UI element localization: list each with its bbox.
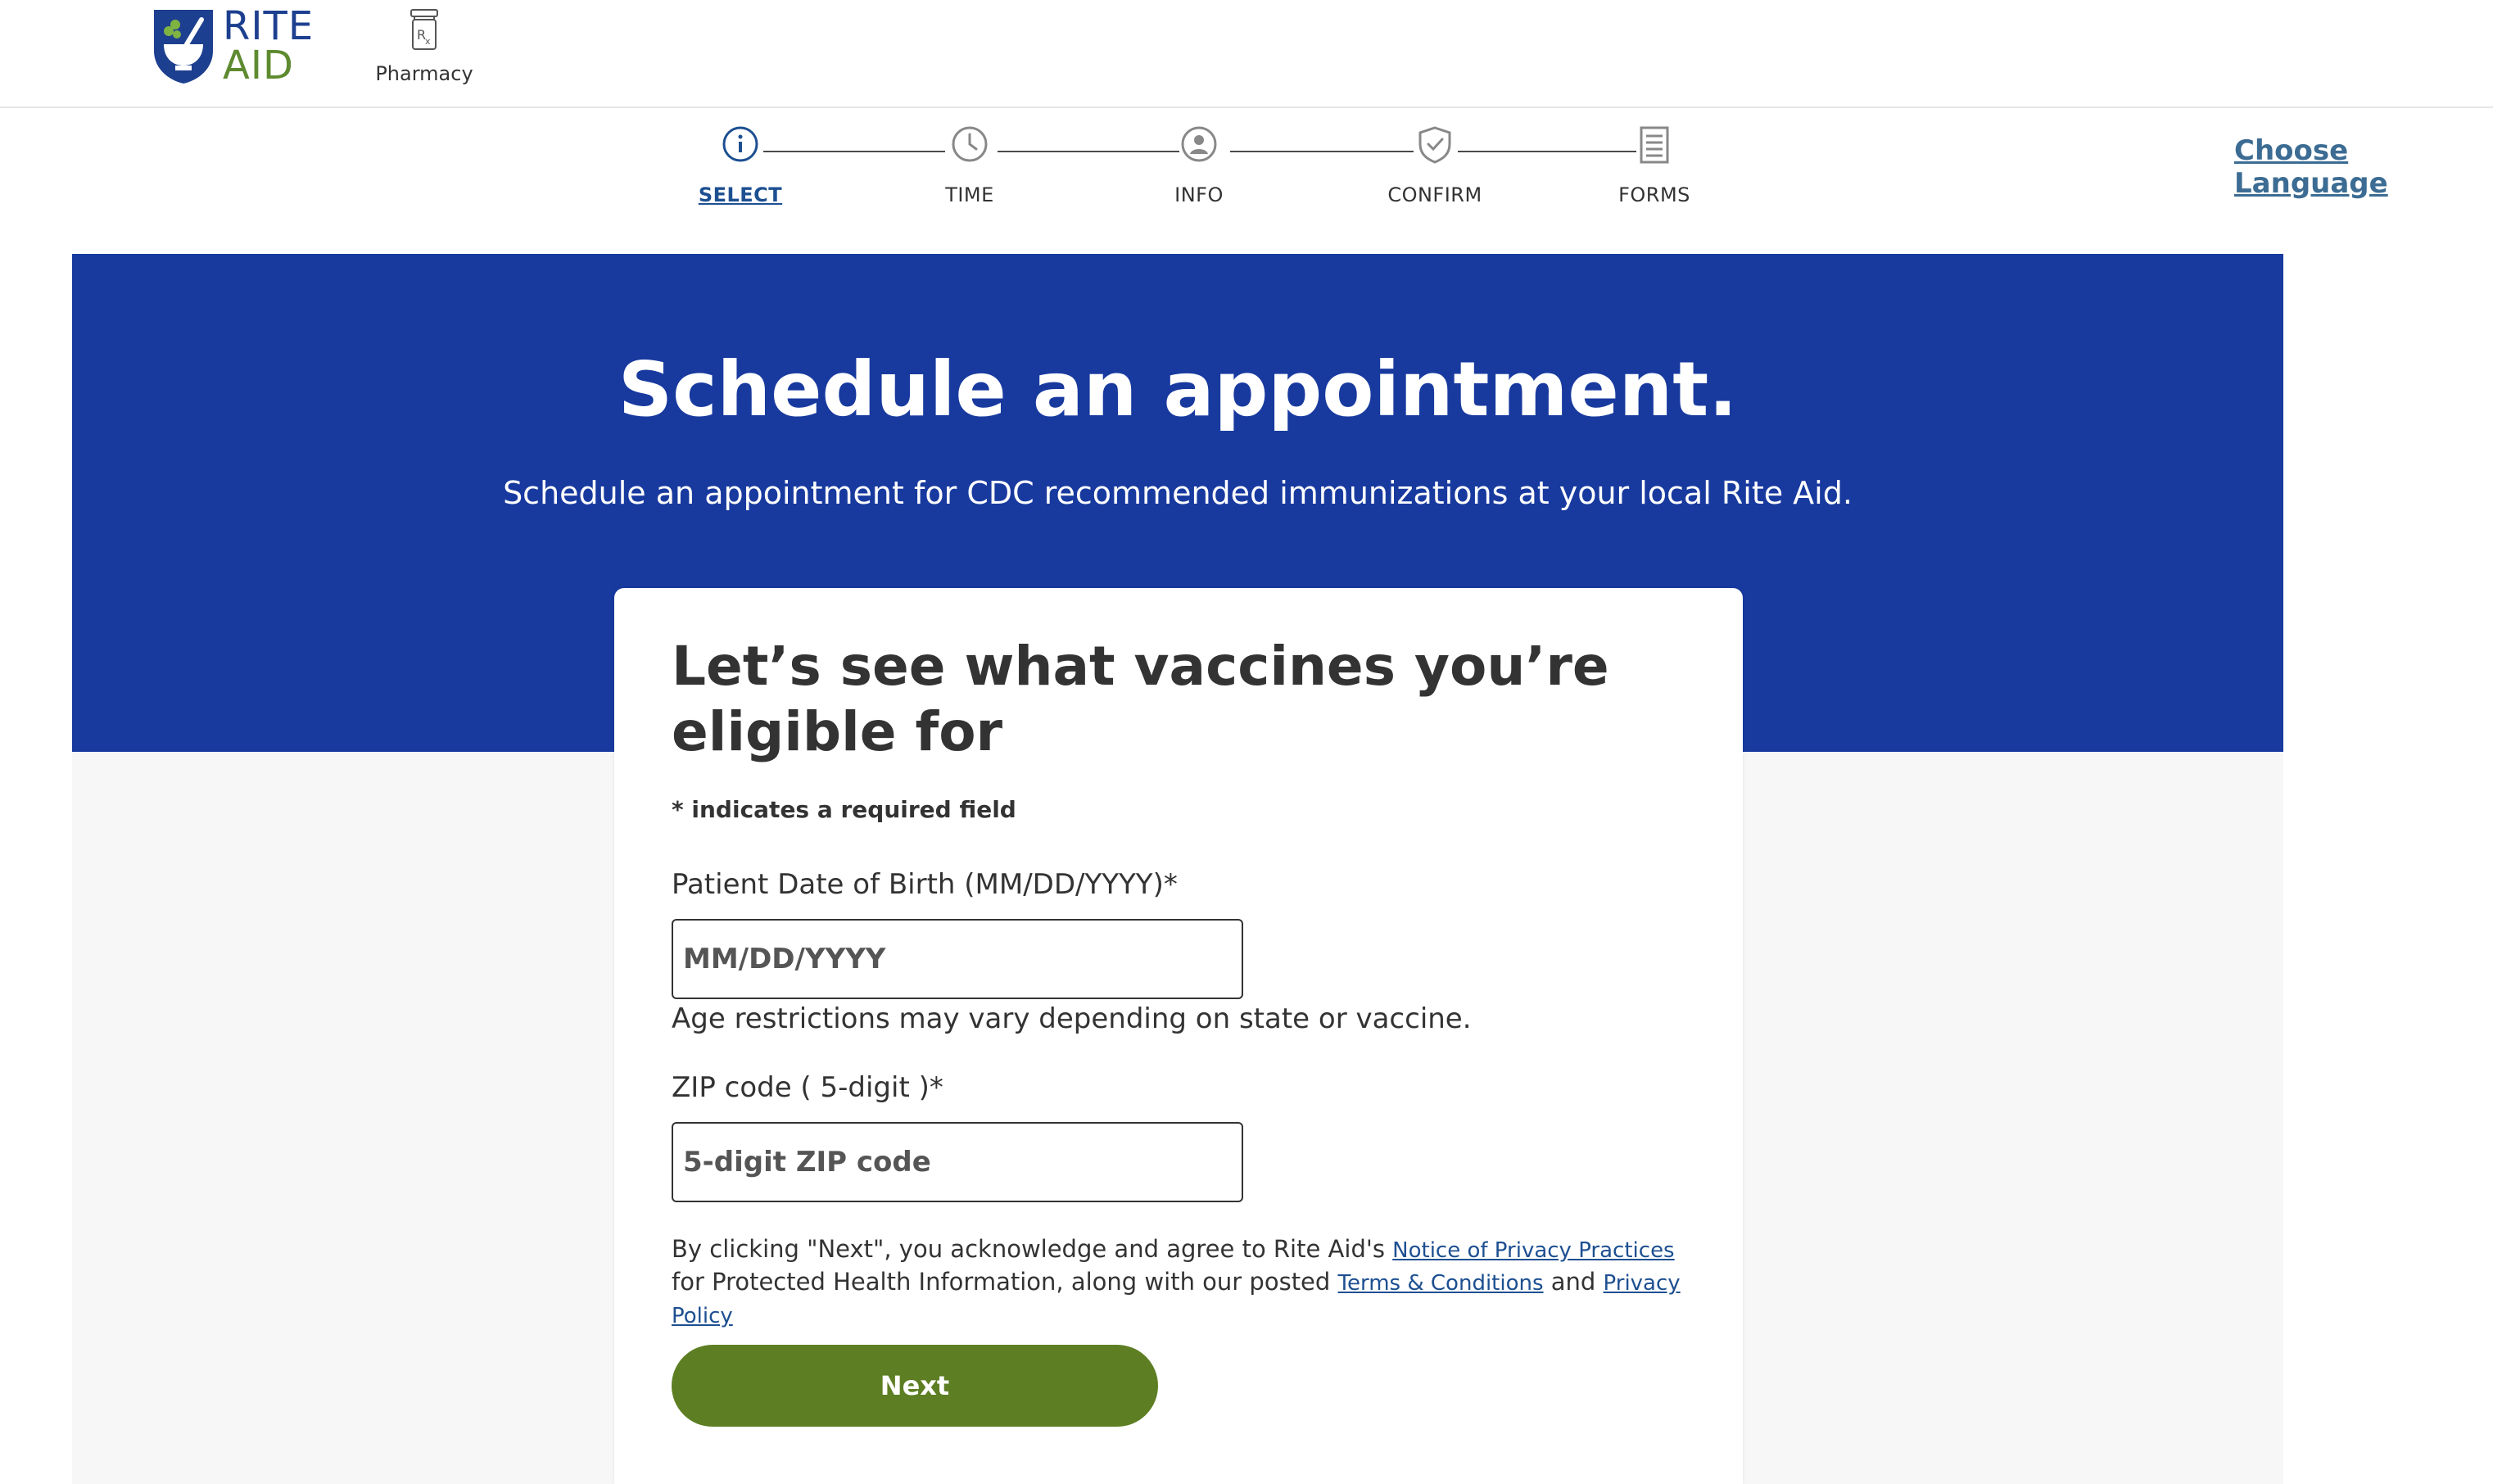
terms-conditions-link[interactable]: Terms & Conditions (1338, 1271, 1544, 1296)
step-select[interactable]: SELECT (658, 123, 822, 206)
progress-stepper: SELECT TIME INFO CONFIRM FORMS (672, 123, 1720, 229)
choose-language-link[interactable]: Choose Language (2234, 134, 2493, 200)
consent-text-part: and (1543, 1268, 1604, 1296)
dob-input[interactable] (672, 919, 1243, 999)
zip-input[interactable] (672, 1122, 1243, 1202)
step-label: INFO (1174, 183, 1224, 206)
rite-aid-logo[interactable]: RITE AID (151, 7, 323, 85)
page-subtitle: Schedule an appointment for CDC recommen… (503, 475, 1853, 511)
user-icon (1181, 126, 1217, 162)
required-field-note: * indicates a required field (672, 796, 1016, 823)
shield-check-icon (1418, 126, 1451, 164)
step-info: INFO (1117, 123, 1281, 206)
document-icon (1640, 126, 1669, 164)
step-label: TIME (945, 183, 994, 206)
step-confirm: CONFIRM (1353, 123, 1517, 206)
eligibility-form-card: Let’s see what vaccines you’re eligible … (614, 588, 1743, 1484)
info-icon (722, 126, 758, 162)
logo-aid-text: AID (223, 43, 294, 88)
dob-helper-text: Age restrictions may vary depending on s… (672, 1002, 1472, 1035)
step-time: TIME (888, 123, 1052, 206)
prescription-bottle-icon: R x (410, 9, 438, 50)
consent-text-part: By clicking "Next", you acknowledge and … (672, 1235, 1393, 1263)
next-button[interactable]: Next (672, 1345, 1158, 1427)
step-forms: FORMS (1572, 123, 1736, 206)
privacy-practices-link[interactable]: Notice of Privacy Practices (1392, 1238, 1674, 1263)
page-title: Schedule an appointment. (618, 346, 1738, 433)
pharmacy-label: Pharmacy (375, 62, 473, 85)
clock-icon (952, 126, 988, 162)
step-label: CONFIRM (1387, 183, 1482, 206)
consent-text: By clicking "Next", you acknowledge and … (672, 1233, 1703, 1332)
svg-text:x: x (425, 36, 431, 47)
form-title: Let’s see what vaccines you’re eligible … (672, 635, 1609, 763)
pharmacy-link[interactable]: R x Pharmacy (367, 8, 482, 90)
zip-label: ZIP code ( 5-digit )* (672, 1071, 943, 1104)
top-header: RITE AID R x Pharmacy (0, 0, 2493, 108)
shield-logo-icon (154, 10, 213, 84)
step-label: SELECT (698, 183, 783, 206)
logo-rite-text: RITE (223, 3, 314, 49)
logo-wordmark: RITE AID (223, 7, 314, 85)
step-label: FORMS (1618, 183, 1690, 206)
consent-text-part: for Protected Health Information, along … (672, 1268, 1338, 1296)
dob-label: Patient Date of Birth (MM/DD/YYYY)* (672, 868, 1178, 901)
